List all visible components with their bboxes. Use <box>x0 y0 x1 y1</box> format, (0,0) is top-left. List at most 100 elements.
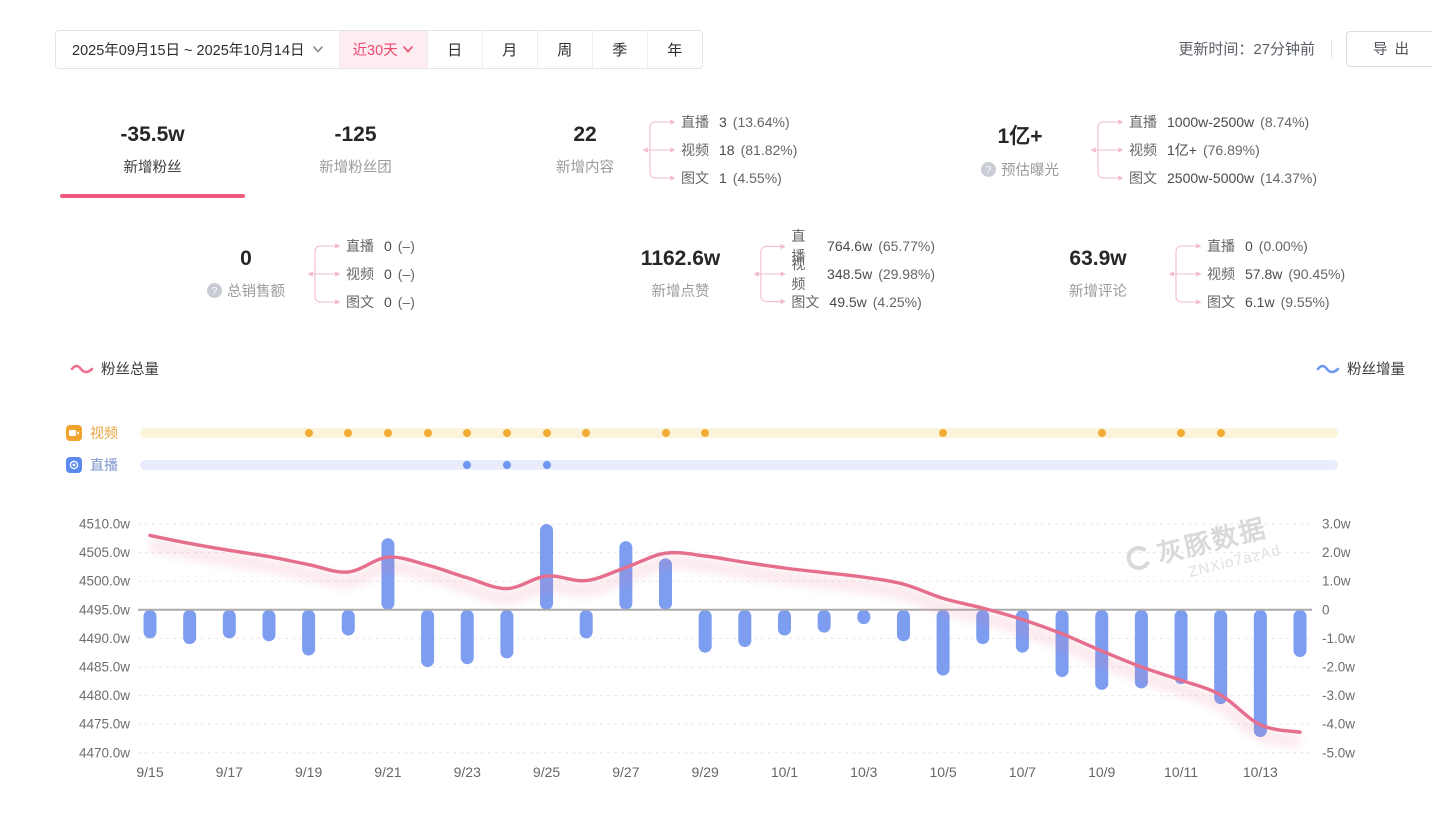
breakdown-bracket <box>1167 230 1203 318</box>
stat-label: 新增点赞 <box>652 280 710 301</box>
stat-value: 22 <box>573 123 596 147</box>
video-day-dot[interactable] <box>662 429 670 437</box>
video-day-dot[interactable] <box>424 429 432 437</box>
legend-fans-total[interactable]: 粉丝总量 <box>70 358 159 379</box>
breakdown-bracket <box>641 106 677 194</box>
stat-breakdown: 直播1000w-2500w(8.74%)视频1亿+(76.89%)图文2500w… <box>1089 106 1317 194</box>
svg-text:4485.0w: 4485.0w <box>79 660 130 675</box>
svg-text:9/21: 9/21 <box>374 764 401 780</box>
live-record-icon <box>66 457 82 473</box>
video-timeline-label: 视频 <box>90 425 118 441</box>
period-tabs: 日月周季年 <box>427 31 702 68</box>
svg-text:10/11: 10/11 <box>1164 764 1198 780</box>
svg-text:4500.0w: 4500.0w <box>79 574 130 589</box>
chevron-down-icon <box>403 46 413 53</box>
svg-text:10/9: 10/9 <box>1088 764 1115 780</box>
chevron-down-icon <box>313 46 323 53</box>
svg-text:4510.0w: 4510.0w <box>79 517 130 532</box>
breakdown-bracket <box>1089 106 1125 194</box>
svg-text:4495.0w: 4495.0w <box>79 602 130 617</box>
stat-value: -125 <box>334 123 376 147</box>
active-indicator <box>60 194 245 198</box>
svg-text:9/15: 9/15 <box>136 764 163 780</box>
video-track <box>140 428 1338 438</box>
svg-text:10/5: 10/5 <box>929 764 956 780</box>
stat-card-new-fans[interactable]: -35.5w 新增粉丝 <box>60 102 245 198</box>
video-day-dot[interactable] <box>503 429 511 437</box>
quick-range-30d[interactable]: 近30天 <box>339 31 427 68</box>
date-range-picker[interactable]: 2025年09月15日 ~ 2025年10月14日 <box>56 31 339 68</box>
stat-breakdown: 直播0(0.00%)视频57.8w(90.45%)图文6.1w(9.55%) <box>1167 230 1345 318</box>
legend-label: 粉丝增量 <box>1347 358 1405 379</box>
live-timeline-label: 直播 <box>90 457 118 473</box>
svg-text:-1.0w: -1.0w <box>1322 631 1355 646</box>
svg-text:10/7: 10/7 <box>1009 764 1036 780</box>
tab-period-日[interactable]: 日 <box>427 31 482 68</box>
stat-breakdown: 直播0(–)视频0(–)图文0(–) <box>306 230 415 318</box>
breakdown-row: 图文0(–) <box>346 288 415 316</box>
svg-text:9/19: 9/19 <box>295 764 322 780</box>
wave-icon <box>70 362 94 375</box>
stat-label: 新增粉丝 <box>123 156 181 177</box>
fans-trend-chart[interactable]: 4510.0w3.0w4505.0w2.0w4500.0w1.0w4495.0w… <box>0 500 1432 800</box>
stat-label: 新增粉丝团 <box>319 156 392 177</box>
breakdown-row: 图文6.1w(9.55%) <box>1207 288 1345 316</box>
help-icon[interactable]: ? <box>207 283 222 298</box>
tab-period-年[interactable]: 年 <box>647 31 702 68</box>
svg-text:0: 0 <box>1322 602 1330 617</box>
svg-text:10/13: 10/13 <box>1243 764 1278 780</box>
svg-text:10/3: 10/3 <box>850 764 877 780</box>
help-icon[interactable]: ? <box>981 162 996 177</box>
video-day-dot[interactable] <box>1177 429 1185 437</box>
stat-card-new-comments[interactable]: 63.9w 新增评论 直播0(0.00%)视频57.8w(90.45%)图文6.… <box>935 226 1432 322</box>
breakdown-row: 图文2500w-5000w(14.37%) <box>1129 164 1317 192</box>
breakdown-bracket <box>752 230 787 318</box>
date-range-text: 2025年09月15日 ~ 2025年10月14日 <box>72 39 305 60</box>
svg-text:4505.0w: 4505.0w <box>79 545 130 560</box>
live-day-dot[interactable] <box>503 461 511 469</box>
svg-text:4470.0w: 4470.0w <box>79 745 130 760</box>
stat-card-new-likes[interactable]: 1162.6w 新增点赞 直播764.6w(65.77%)视频348.5w(29… <box>465 226 935 322</box>
video-day-dot[interactable] <box>1098 429 1106 437</box>
stat-value: 63.9w <box>1069 247 1126 271</box>
video-day-dot[interactable] <box>305 429 313 437</box>
svg-text:9/23: 9/23 <box>454 764 481 780</box>
video-day-dot[interactable] <box>384 429 392 437</box>
breakdown-row: 直播0(–) <box>346 232 415 260</box>
svg-text:-3.0w: -3.0w <box>1322 688 1355 703</box>
breakdown-bracket <box>306 230 342 318</box>
svg-text:4480.0w: 4480.0w <box>79 688 130 703</box>
video-timeline[interactable]: 视频 <box>0 425 1432 441</box>
stat-value: -35.5w <box>120 123 184 147</box>
svg-text:9/27: 9/27 <box>612 764 639 780</box>
legend-fans-delta[interactable]: 粉丝增量 <box>1316 358 1405 379</box>
divider <box>1331 39 1332 59</box>
legend-label: 粉丝总量 <box>101 358 159 379</box>
stat-breakdown: 直播3(13.64%)视频18(81.82%)图文1(4.55%) <box>641 106 797 194</box>
svg-text:-4.0w: -4.0w <box>1322 717 1355 732</box>
svg-text:9/17: 9/17 <box>216 764 243 780</box>
svg-text:1.0w: 1.0w <box>1322 574 1351 589</box>
stat-card-est-exposure[interactable]: 1亿+ ? 预估曝光 直播1000w-2500w(8.74%)视频1亿+(76.… <box>935 102 1432 198</box>
export-button[interactable]: 导出 <box>1346 31 1432 67</box>
stat-value: 1亿+ <box>998 120 1043 150</box>
stat-card-new-content[interactable]: 22 新增内容 直播3(13.64%)视频18(81.82%)图文1(4.55%… <box>465 102 935 198</box>
svg-text:4490.0w: 4490.0w <box>79 631 130 646</box>
tab-period-季[interactable]: 季 <box>592 31 647 68</box>
breakdown-row: 视频1亿+(76.89%) <box>1129 136 1317 164</box>
live-track <box>140 460 1338 470</box>
tab-period-周[interactable]: 周 <box>537 31 592 68</box>
video-day-dot[interactable] <box>1217 429 1225 437</box>
stat-card-total-sales[interactable]: 0 ? 总销售额 直播0(–)视频0(–)图文0(–) <box>60 226 460 322</box>
video-day-dot[interactable] <box>543 429 551 437</box>
live-timeline[interactable]: 直播 <box>0 457 1432 473</box>
svg-text:10/1: 10/1 <box>771 764 798 780</box>
stat-label: 预估曝光 <box>1001 159 1059 180</box>
date-controls: 2025年09月15日 ~ 2025年10月14日 近30天 日月周季年 <box>55 30 703 69</box>
breakdown-row: 直播3(13.64%) <box>681 108 797 136</box>
stat-card-new-fanclub[interactable]: -125 新增粉丝团 <box>258 102 453 198</box>
svg-text:9/29: 9/29 <box>692 764 719 780</box>
live-day-dot[interactable] <box>543 461 551 469</box>
tab-period-月[interactable]: 月 <box>482 31 537 68</box>
breakdown-row: 图文49.5w(4.25%) <box>791 288 935 316</box>
